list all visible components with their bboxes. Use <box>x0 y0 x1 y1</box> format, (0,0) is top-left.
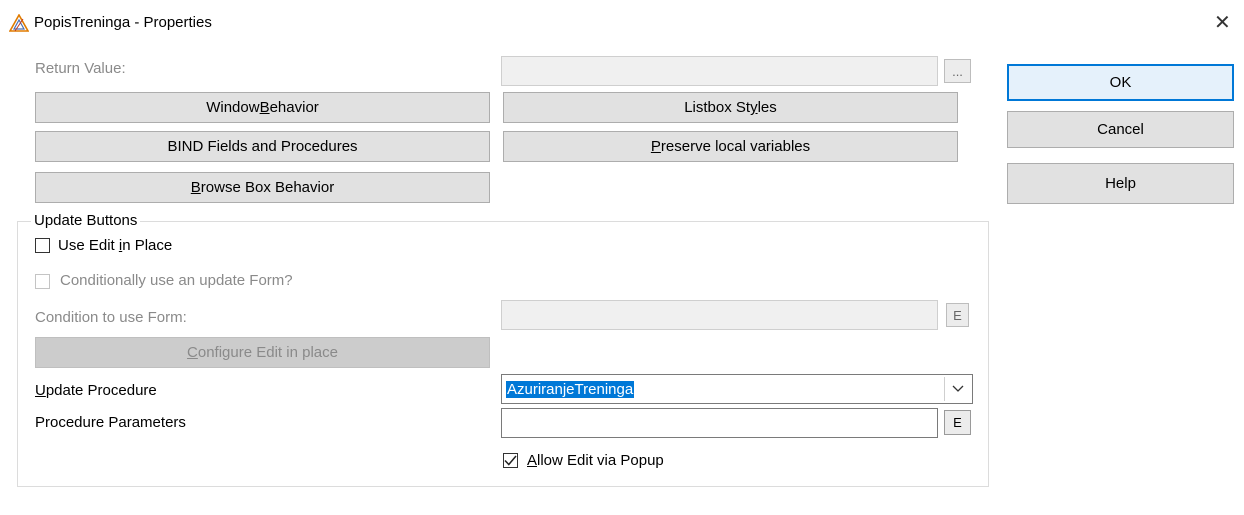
help-button[interactable]: Help <box>1007 163 1234 204</box>
preserve-local-variables-button[interactable]: Preserve local variables <box>503 131 958 162</box>
checkmark-icon <box>504 455 517 466</box>
procedure-parameters-field[interactable] <box>501 408 938 438</box>
use-edit-in-place-checkbox[interactable] <box>35 238 50 253</box>
browse-box-behavior-button[interactable]: Browse Box Behavior <box>35 172 490 203</box>
conditional-form-label: Conditionally use an update Form? <box>60 272 293 289</box>
allow-edit-popup-checkbox[interactable] <box>503 453 518 468</box>
ok-button[interactable]: OK <box>1007 64 1234 101</box>
procedure-parameters-e-button[interactable]: E <box>944 410 971 435</box>
condition-field <box>501 300 938 330</box>
update-procedure-dropdown-button[interactable] <box>944 377 971 401</box>
condition-e-button: E <box>946 303 969 327</box>
return-value-field <box>501 56 938 86</box>
cancel-button[interactable]: Cancel <box>1007 111 1234 148</box>
return-value-ellipsis-button: ... <box>944 59 971 83</box>
close-button[interactable]: ✕ <box>1214 10 1231 35</box>
update-procedure-combobox[interactable]: AzuriranjeTreninga <box>501 374 973 404</box>
listbox-styles-button[interactable]: Listbox St y les <box>503 92 958 123</box>
update-buttons-group-title: Update Buttons <box>31 212 141 229</box>
configure-edit-in-place-button: Configure Edit in place <box>35 337 490 368</box>
use-edit-in-place-label[interactable]: Use Edit in Place <box>58 237 172 254</box>
update-procedure-label: Update Procedure <box>35 382 157 399</box>
chevron-down-icon <box>952 385 964 392</box>
condition-label: Condition to use Form: <box>35 309 187 326</box>
allow-edit-popup-label[interactable]: Allow Edit via Popup <box>527 452 664 469</box>
conditional-form-checkbox <box>35 274 50 289</box>
bind-fields-button[interactable]: BIND Fields and Procedures <box>35 131 490 162</box>
app-icon <box>9 14 29 32</box>
window-behavior-button[interactable]: Window Behavior <box>35 92 490 123</box>
window-title: PopisTreninga - Properties <box>34 14 212 31</box>
update-procedure-value: AzuriranjeTreninga <box>506 380 635 398</box>
return-value-label: Return Value: <box>35 60 126 77</box>
procedure-parameters-label: Procedure Parameters <box>35 414 186 431</box>
